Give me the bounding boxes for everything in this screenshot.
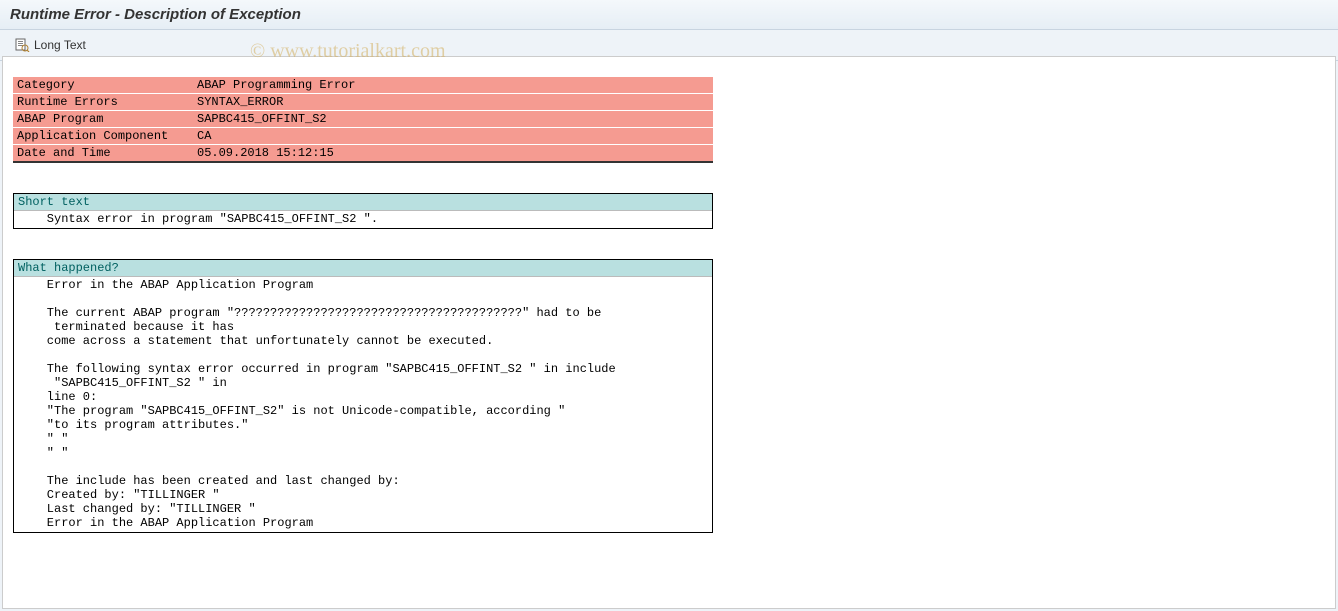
- table-row: Date and Time05.09.2018 15:12:15: [13, 145, 713, 163]
- summary-label: Application Component: [13, 128, 193, 145]
- what-happened-body: Error in the ABAP Application Program Th…: [14, 277, 712, 532]
- short-text-section: Short text Syntax error in program "SAPB…: [13, 193, 713, 229]
- summary-value: ABAP Programming Error: [193, 77, 713, 94]
- short-text-title: Short text: [14, 194, 712, 211]
- summary-label: Category: [13, 77, 193, 94]
- short-text-body: Syntax error in program "SAPBC415_OFFINT…: [14, 211, 712, 228]
- content-area[interactable]: CategoryABAP Programming ErrorRuntime Er…: [2, 56, 1336, 609]
- summary-value: SAPBC415_OFFINT_S2: [193, 111, 713, 128]
- what-happened-section: What happened? Error in the ABAP Applica…: [13, 259, 713, 533]
- summary-label: Date and Time: [13, 145, 193, 163]
- page-title: Runtime Error - Description of Exception: [0, 0, 1338, 30]
- summary-value: 05.09.2018 15:12:15: [193, 145, 713, 163]
- summary-value: SYNTAX_ERROR: [193, 94, 713, 111]
- long-text-icon: [14, 38, 30, 52]
- what-happened-title: What happened?: [14, 260, 712, 277]
- table-row: Runtime ErrorsSYNTAX_ERROR: [13, 94, 713, 111]
- long-text-button[interactable]: Long Text: [10, 36, 90, 54]
- summary-value: CA: [193, 128, 713, 145]
- table-row: Application ComponentCA: [13, 128, 713, 145]
- table-row: ABAP ProgramSAPBC415_OFFINT_S2: [13, 111, 713, 128]
- page-title-text: Runtime Error - Description of Exception: [10, 6, 301, 23]
- long-text-label: Long Text: [34, 38, 86, 52]
- summary-label: ABAP Program: [13, 111, 193, 128]
- table-row: CategoryABAP Programming Error: [13, 77, 713, 94]
- summary-label: Runtime Errors: [13, 94, 193, 111]
- summary-table: CategoryABAP Programming ErrorRuntime Er…: [13, 77, 713, 163]
